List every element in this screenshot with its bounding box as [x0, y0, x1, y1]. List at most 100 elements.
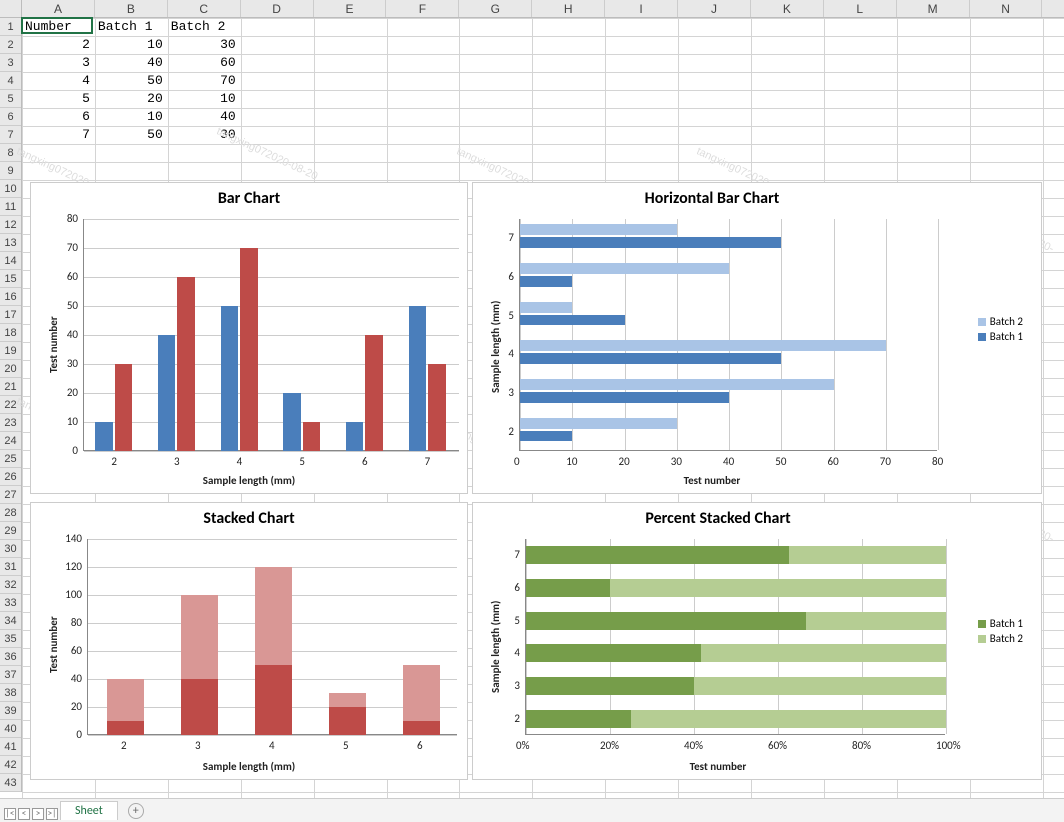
y-tick: 6: [484, 270, 514, 283]
column-header[interactable]: C: [168, 0, 241, 17]
cell-area[interactable]: NumberBatch 1Batch 221030340604507052010…: [22, 18, 1064, 798]
cell[interactable]: 40: [168, 108, 239, 126]
row-header[interactable]: 4: [0, 72, 21, 90]
row-header[interactable]: 28: [0, 504, 21, 522]
sheet-tab[interactable]: Sheet: [60, 801, 118, 820]
cell[interactable]: 5: [22, 90, 93, 108]
add-sheet-button[interactable]: +: [128, 803, 144, 819]
row-header[interactable]: 34: [0, 612, 21, 630]
row-header[interactable]: 38: [0, 684, 21, 702]
tab-first-icon[interactable]: |<: [4, 808, 16, 820]
cell[interactable]: Number: [22, 18, 93, 36]
column-header[interactable]: L: [824, 0, 897, 17]
cell[interactable]: 30: [168, 36, 239, 54]
row-header[interactable]: 3: [0, 54, 21, 72]
row-header[interactable]: 17: [0, 306, 21, 324]
cell[interactable]: 7: [22, 126, 93, 144]
column-header[interactable]: F: [386, 0, 459, 17]
column-header[interactable]: H: [532, 0, 605, 17]
row-header[interactable]: 13: [0, 234, 21, 252]
cell[interactable]: 70: [168, 72, 239, 90]
row-header[interactable]: 25: [0, 450, 21, 468]
row-header[interactable]: 40: [0, 720, 21, 738]
row-header[interactable]: 33: [0, 594, 21, 612]
cell[interactable]: 60: [168, 54, 239, 72]
row-header[interactable]: 29: [0, 522, 21, 540]
row-header[interactable]: 8: [0, 144, 21, 162]
cell[interactable]: 30: [168, 126, 239, 144]
bar-batch1: [520, 315, 625, 326]
row-header[interactable]: 43: [0, 774, 21, 792]
row-header[interactable]: 39: [0, 702, 21, 720]
tab-last-icon[interactable]: >|: [46, 808, 58, 820]
row-header[interactable]: 12: [0, 216, 21, 234]
column-header[interactable]: J: [678, 0, 751, 17]
column-header[interactable]: I: [605, 0, 678, 17]
column-headers[interactable]: ABCDEFGHIJKLMN: [22, 0, 1064, 18]
row-header[interactable]: 36: [0, 648, 21, 666]
row-header[interactable]: 32: [0, 576, 21, 594]
cell[interactable]: 10: [168, 90, 239, 108]
row-header[interactable]: 21: [0, 378, 21, 396]
cell[interactable]: Batch 2: [168, 18, 239, 36]
cell[interactable]: 10: [95, 36, 166, 54]
row-header[interactable]: 14: [0, 252, 21, 270]
cell[interactable]: 10: [95, 108, 166, 126]
row-header[interactable]: 2: [0, 36, 21, 54]
row-header[interactable]: 20: [0, 360, 21, 378]
bar-seg1: [526, 710, 631, 728]
row-header[interactable]: 24: [0, 432, 21, 450]
legend-item: Batch 2: [978, 315, 1023, 328]
row-header[interactable]: 10: [0, 180, 21, 198]
cell[interactable]: 50: [95, 72, 166, 90]
row-header[interactable]: 7: [0, 126, 21, 144]
column-header[interactable]: N: [970, 0, 1043, 17]
column-header[interactable]: A: [22, 0, 95, 17]
cell[interactable]: 2: [22, 36, 93, 54]
row-header[interactable]: 26: [0, 468, 21, 486]
row-header[interactable]: 27: [0, 486, 21, 504]
chart-pstacked[interactable]: Percent Stacked Chart Sample length (mm)…: [472, 502, 1042, 780]
plot-area: 0%20%40%60%80%100%234567: [525, 539, 945, 735]
row-header[interactable]: 42: [0, 756, 21, 774]
cell[interactable]: 50: [95, 126, 166, 144]
column-header[interactable]: M: [897, 0, 970, 17]
cell[interactable]: 20: [95, 90, 166, 108]
row-header[interactable]: 18: [0, 324, 21, 342]
row-header[interactable]: 11: [0, 198, 21, 216]
chart-bar[interactable]: Bar Chart Test number Sample length (mm)…: [30, 182, 468, 494]
row-header[interactable]: 41: [0, 738, 21, 756]
row-header[interactable]: 6: [0, 108, 21, 126]
plot-area: 01020304050607080234567: [519, 219, 937, 451]
cell[interactable]: 6: [22, 108, 93, 126]
row-header[interactable]: 1: [0, 18, 21, 36]
row-header[interactable]: 35: [0, 630, 21, 648]
cell[interactable]: 4: [22, 72, 93, 90]
row-header[interactable]: 19: [0, 342, 21, 360]
chart-hbar[interactable]: Horizontal Bar Chart Sample length (mm) …: [472, 182, 1042, 494]
row-header[interactable]: 23: [0, 414, 21, 432]
column-header[interactable]: E: [314, 0, 387, 17]
column-header[interactable]: K: [751, 0, 824, 17]
cell[interactable]: 3: [22, 54, 93, 72]
row-header[interactable]: 15: [0, 270, 21, 288]
column-header[interactable]: G: [459, 0, 532, 17]
row-header[interactable]: 31: [0, 558, 21, 576]
bar-batch2: [520, 379, 834, 390]
row-header[interactable]: 37: [0, 666, 21, 684]
column-header[interactable]: D: [241, 0, 314, 17]
row-header[interactable]: 5: [0, 90, 21, 108]
chart-stacked[interactable]: Stacked Chart Test number Sample length …: [30, 502, 468, 780]
row-header[interactable]: 9: [0, 162, 21, 180]
row-header[interactable]: 30: [0, 540, 21, 558]
tab-prev-icon[interactable]: <: [18, 808, 30, 820]
column-header[interactable]: B: [95, 0, 168, 17]
row-header[interactable]: 16: [0, 288, 21, 306]
bar-seg2: [610, 579, 946, 597]
select-all-corner[interactable]: [0, 0, 22, 18]
cell[interactable]: Batch 1: [95, 18, 166, 36]
row-headers[interactable]: 1234567891011121314151617181920212223242…: [0, 18, 22, 792]
tab-next-icon[interactable]: >: [32, 808, 44, 820]
cell[interactable]: 40: [95, 54, 166, 72]
row-header[interactable]: 22: [0, 396, 21, 414]
